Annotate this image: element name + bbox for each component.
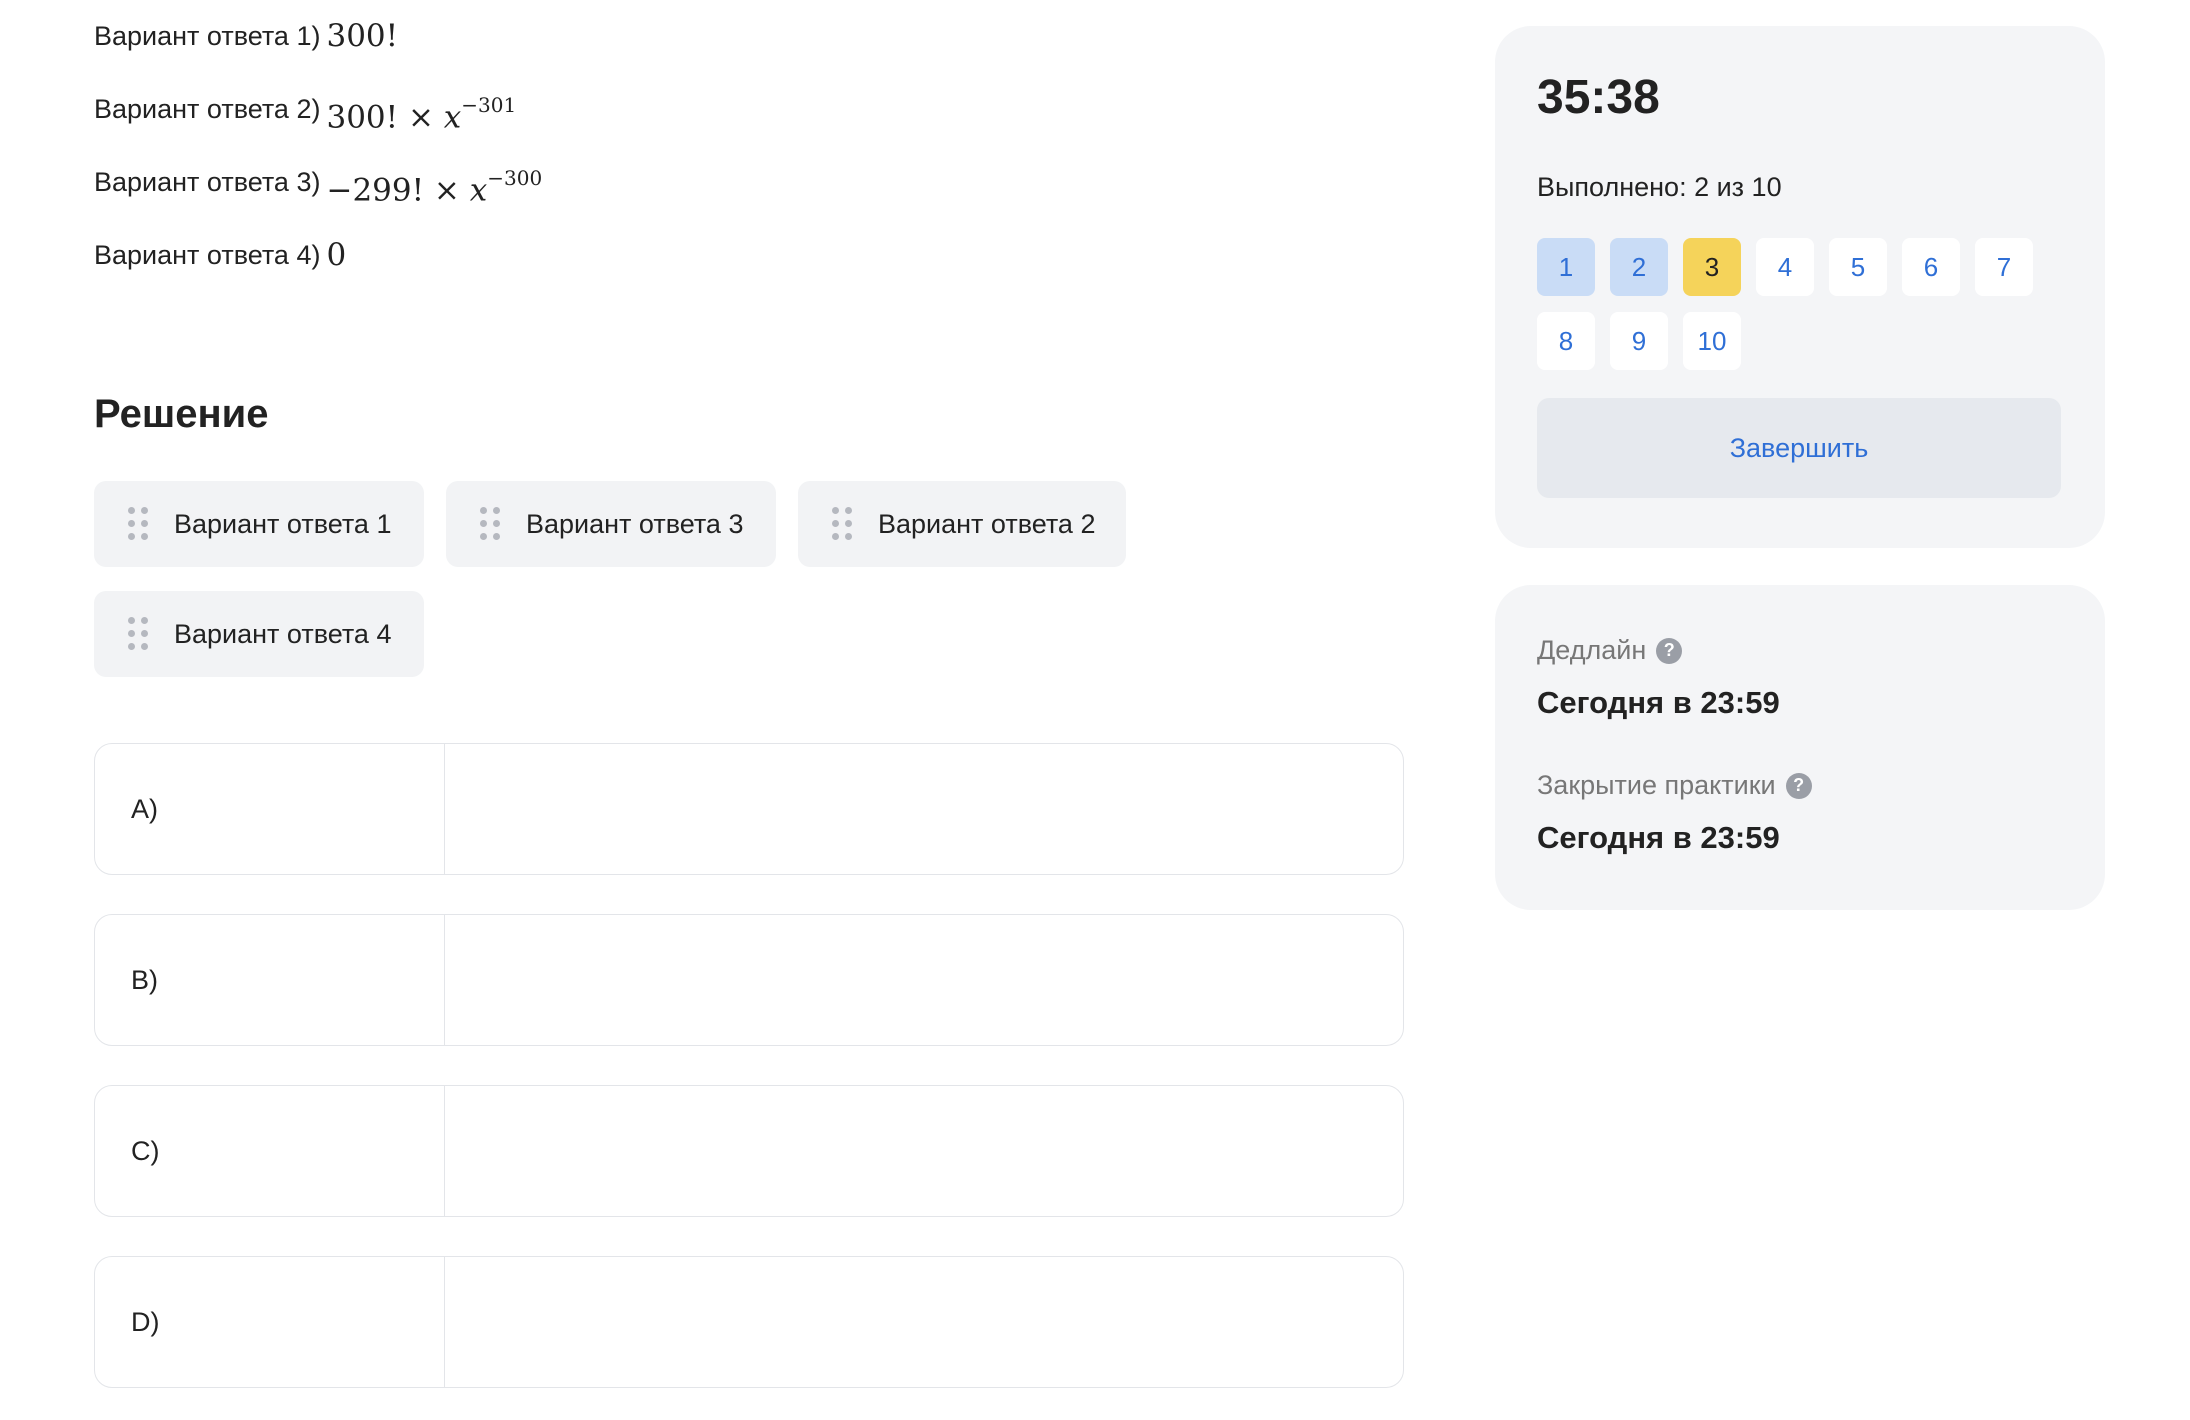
help-icon[interactable]: ?	[1656, 637, 1683, 664]
match-row-key: D)	[95, 1257, 445, 1387]
drag-handle-icon[interactable]	[480, 507, 502, 541]
closing-label-text: Закрытие практики	[1537, 770, 1776, 800]
match-row: C)	[94, 1085, 1404, 1217]
question-button-7[interactable]: 7	[1975, 238, 2033, 296]
draggable-chip[interactable]: Вариант ответа 3	[446, 481, 776, 567]
answer-option: Вариант ответа 1) 300!	[94, 14, 1414, 87]
answer-option-formula: −299! × x−300	[326, 160, 542, 212]
answer-option-label: Вариант ответа 1)	[94, 21, 321, 51]
drag-handle-icon[interactable]	[128, 507, 150, 541]
match-row-key: A)	[95, 744, 445, 874]
drag-handle-icon[interactable]	[832, 507, 854, 541]
answer-option: Вариант ответа 2) 300! × x−301	[94, 87, 1414, 160]
question-button-2[interactable]: 2	[1610, 238, 1668, 296]
answer-option-formula: 300!	[326, 14, 398, 58]
draggable-chip[interactable]: Вариант ответа 4	[94, 591, 424, 677]
timer: 35:38	[1537, 71, 1660, 124]
question-button-10[interactable]: 10	[1683, 312, 1741, 370]
question-button-5[interactable]: 5	[1829, 238, 1887, 296]
question-button-3[interactable]: 3	[1683, 238, 1741, 296]
draggable-chip[interactable]: Вариант ответа 1	[94, 481, 424, 567]
formula-exponent: −301	[461, 93, 517, 117]
answer-option-label: Вариант ответа 3)	[94, 167, 321, 197]
formula-variable: x	[469, 172, 488, 209]
deadline-value: Сегодня в 23:59	[1537, 685, 1780, 720]
drag-handle-icon[interactable]	[128, 617, 150, 651]
question-button-6[interactable]: 6	[1902, 238, 1960, 296]
chip-label: Вариант ответа 2	[878, 508, 1096, 539]
question-button-1[interactable]: 1	[1537, 238, 1595, 296]
answer-option: Вариант ответа 3) −299! × x−300	[94, 160, 1414, 233]
progress-text: Выполнено: 2 из 10	[1537, 172, 1782, 202]
answer-option-formula: 300! × x−301	[326, 87, 516, 139]
drop-zone[interactable]	[445, 1257, 1403, 1387]
answer-option-formula: 0	[326, 233, 346, 277]
deadline-label-text: Дедлайн	[1537, 635, 1647, 665]
solution-title: Решение	[94, 392, 269, 436]
answer-option-label: Вариант ответа 4)	[94, 240, 321, 270]
formula-variable: x	[443, 99, 462, 136]
question-button-9[interactable]: 9	[1610, 312, 1668, 370]
drop-zone[interactable]	[445, 915, 1403, 1045]
finish-button[interactable]: Завершить	[1537, 398, 2061, 498]
match-row-key: C)	[95, 1086, 445, 1216]
question-button-4[interactable]: 4	[1756, 238, 1814, 296]
formula-text: 300!	[326, 18, 399, 54]
closing-label: Закрытие практики ?	[1537, 770, 1812, 801]
deadline-label: Дедлайн ?	[1537, 635, 1683, 666]
chip-label: Вариант ответа 1	[174, 508, 392, 539]
draggable-chip[interactable]: Вариант ответа 2	[798, 481, 1126, 567]
formula-text: −299! ×	[326, 172, 470, 209]
formula-exponent: −300	[487, 166, 543, 190]
chip-label: Вариант ответа 3	[526, 508, 744, 539]
progress-panel: 35:38 Выполнено: 2 из 10 1 2 3 4 5 6 7 8 9 10 Зав…	[1495, 26, 2105, 548]
formula-text: 0	[326, 237, 347, 273]
chip-label: Вариант ответа 4	[174, 618, 392, 649]
drop-zone[interactable]	[445, 744, 1403, 874]
answer-options-list: Вариант ответа 1) 300! Вариант ответа 2)…	[94, 14, 1414, 306]
match-row-key: B)	[95, 915, 445, 1045]
answer-option: Вариант ответа 4) 0	[94, 233, 1414, 306]
drop-zone[interactable]	[445, 1086, 1403, 1216]
match-row: A)	[94, 743, 1404, 875]
help-icon[interactable]: ?	[1785, 772, 1812, 799]
closing-value: Сегодня в 23:59	[1537, 820, 1780, 855]
match-row: D)	[94, 1256, 1404, 1388]
match-row: B)	[94, 914, 1404, 1046]
question-button-8[interactable]: 8	[1537, 312, 1595, 370]
formula-text: 300! ×	[326, 99, 444, 136]
deadline-panel: Дедлайн ? Сегодня в 23:59 Закрытие практ…	[1495, 585, 2105, 910]
answer-option-label: Вариант ответа 2)	[94, 94, 321, 124]
